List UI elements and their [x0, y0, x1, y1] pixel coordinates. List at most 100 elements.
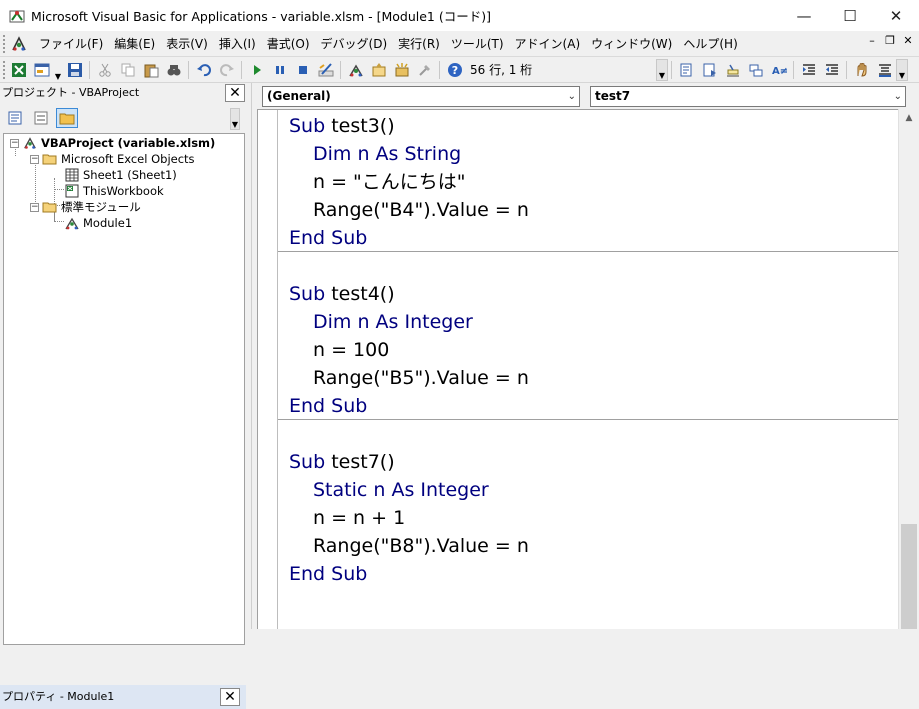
project-pane-close-button[interactable]: ✕ [225, 84, 245, 102]
menu-addins[interactable]: アドイン(A) [511, 34, 585, 54]
project-explorer-icon[interactable] [344, 59, 367, 81]
properties-pane-header: プロパティ - Module1 ✕ [0, 685, 246, 709]
code-line: Static n As Integer [313, 479, 489, 501]
code-line: Dim n As String [313, 143, 462, 165]
project-toolbar-overflow-icon[interactable]: ▼ [230, 108, 240, 130]
indent-icon[interactable] [797, 59, 820, 81]
copy-icon[interactable] [116, 59, 139, 81]
collapse-icon[interactable]: − [10, 138, 19, 148]
tree-label-thisworkbook: ThisWorkbook [83, 184, 164, 198]
folder-open-icon [42, 152, 58, 166]
toolbar-overflow-icon[interactable]: ▼ [656, 58, 668, 81]
maximize-button[interactable]: ☐ [827, 0, 873, 31]
tree-node-excel-objects[interactable]: − Microsoft Excel Objects [30, 151, 195, 167]
view-object-icon[interactable] [30, 108, 52, 128]
menu-insert[interactable]: 挿入(I) [215, 34, 260, 54]
standard-toolbar: ▼ ? 56 行, 1 桁 ▼ A≠ ▼ [0, 57, 919, 83]
vbaproject-icon [22, 136, 38, 150]
code-line: Range("B8").Value = n [313, 535, 529, 557]
vba-app-icon [9, 8, 25, 24]
menu-debug[interactable]: デバッグ(D) [317, 34, 392, 54]
comment-block-icon[interactable] [873, 59, 896, 81]
mdi-restore-button[interactable]: ❐ [883, 34, 897, 47]
vba-menu-icon[interactable] [9, 34, 29, 54]
properties-window-icon[interactable] [367, 59, 390, 81]
mdi-minimize-button[interactable]: – [865, 34, 879, 47]
outdent-icon[interactable] [820, 59, 843, 81]
project-tree: − VBAProject (variable.xlsm) − Microsoft… [3, 133, 245, 645]
menu-window[interactable]: ウィンドウ(W) [587, 34, 676, 54]
cut-icon[interactable] [93, 59, 116, 81]
margin-indicator-bar[interactable] [258, 110, 278, 629]
toggle-folders-icon[interactable] [56, 108, 78, 128]
chevron-down-icon[interactable]: ⌄ [568, 87, 576, 106]
edit-parameter-info-icon[interactable] [744, 59, 767, 81]
menu-edit[interactable]: 編集(E) [110, 34, 159, 54]
menu-file[interactable]: ファイル(F) [35, 34, 107, 54]
redo-icon[interactable] [215, 59, 238, 81]
break-icon[interactable] [268, 59, 291, 81]
code-line: n = n + 1 [313, 507, 406, 529]
workbook-icon [64, 184, 80, 198]
excel-view-icon[interactable] [7, 59, 30, 81]
menu-help[interactable]: ヘルプ(H) [679, 34, 741, 54]
procedure-separator [278, 251, 898, 252]
edit-list-properties-icon[interactable] [675, 59, 698, 81]
scroll-up-icon[interactable]: ▲ [899, 109, 919, 126]
procedure-separator [278, 419, 898, 420]
run-icon[interactable] [245, 59, 268, 81]
menu-tools[interactable]: ツール(T) [447, 34, 508, 54]
code-line: n = "こんにちは" [313, 171, 466, 193]
chevron-down-icon[interactable]: ⌄ [894, 87, 902, 106]
tree-label-module1: Module1 [83, 216, 133, 230]
menu-run[interactable]: 実行(R) [394, 34, 444, 54]
edit-quick-info-icon[interactable] [721, 59, 744, 81]
tree-node-sheet1[interactable]: Sheet1 (Sheet1) [64, 167, 177, 183]
toolbox-icon[interactable] [413, 59, 436, 81]
minimize-button[interactable]: — [781, 0, 827, 31]
code-window: (General) ⌄ test7 ⌄ Sub test3() Dim n As… [257, 83, 919, 629]
tree-node-thisworkbook[interactable]: ThisWorkbook [64, 183, 164, 199]
collapse-icon[interactable]: − [30, 154, 39, 164]
mdi-close-button[interactable]: ✕ [901, 34, 915, 47]
menubar-grip[interactable] [3, 34, 7, 53]
edit-list-constants-icon[interactable] [698, 59, 721, 81]
collapse-icon[interactable]: − [30, 202, 39, 212]
paste-icon[interactable] [139, 59, 162, 81]
menu-bar: ファイル(F) 編集(E) 表示(V) 挿入(I) 書式(O) デバッグ(D) … [0, 31, 919, 57]
help-icon[interactable]: ? [443, 59, 466, 81]
find-icon[interactable] [162, 59, 185, 81]
close-button[interactable]: ✕ [873, 0, 919, 31]
module-icon [64, 216, 80, 230]
properties-pane-close-button[interactable]: ✕ [220, 688, 240, 706]
properties-pane-title: プロパティ - Module1 [2, 690, 115, 703]
object-combo[interactable]: (General) ⌄ [262, 86, 580, 107]
object-browser-icon[interactable] [390, 59, 413, 81]
view-code-icon[interactable] [4, 108, 26, 128]
tree-label-sheet1: Sheet1 (Sheet1) [83, 168, 177, 182]
insert-userform-icon[interactable] [30, 59, 53, 81]
scrollbar-thumb[interactable] [901, 524, 917, 629]
insert-dropdown-icon[interactable]: ▼ [53, 59, 63, 81]
code-editor[interactable]: Sub test3() Dim n As String n = "こんにちは" … [257, 109, 898, 629]
edit-complete-word-icon[interactable]: A≠ [767, 59, 790, 81]
left-panel: プロジェクト - VBAProject ✕ ▼ − VBAProject (va… [0, 83, 252, 709]
procedure-combo[interactable]: test7 ⌄ [590, 86, 906, 107]
reset-icon[interactable] [291, 59, 314, 81]
tree-node-module1[interactable]: Module1 [64, 215, 132, 231]
tree-node-modules[interactable]: − 標準モジュール [30, 199, 141, 215]
mdi-controls: – ❐ ✕ [865, 34, 915, 47]
procedure-combo-value: test7 [595, 89, 631, 103]
menu-view[interactable]: 表示(V) [162, 34, 212, 54]
tree-node-vbaproject[interactable]: − VBAProject (variable.xlsm) [10, 135, 215, 151]
svg-text:A≠: A≠ [772, 66, 787, 77]
undo-icon[interactable] [192, 59, 215, 81]
toggle-breakpoint-icon[interactable] [850, 59, 873, 81]
save-icon[interactable] [63, 59, 86, 81]
design-mode-icon[interactable] [314, 59, 337, 81]
code-line: Sub test3() [289, 115, 395, 137]
menu-format[interactable]: 書式(O) [263, 34, 314, 54]
tree-label-vbaproject: VBAProject (variable.xlsm) [41, 136, 216, 150]
toolbar-overflow-right-icon[interactable]: ▼ [896, 58, 908, 81]
code-vertical-scrollbar[interactable]: ▲ [898, 109, 919, 629]
